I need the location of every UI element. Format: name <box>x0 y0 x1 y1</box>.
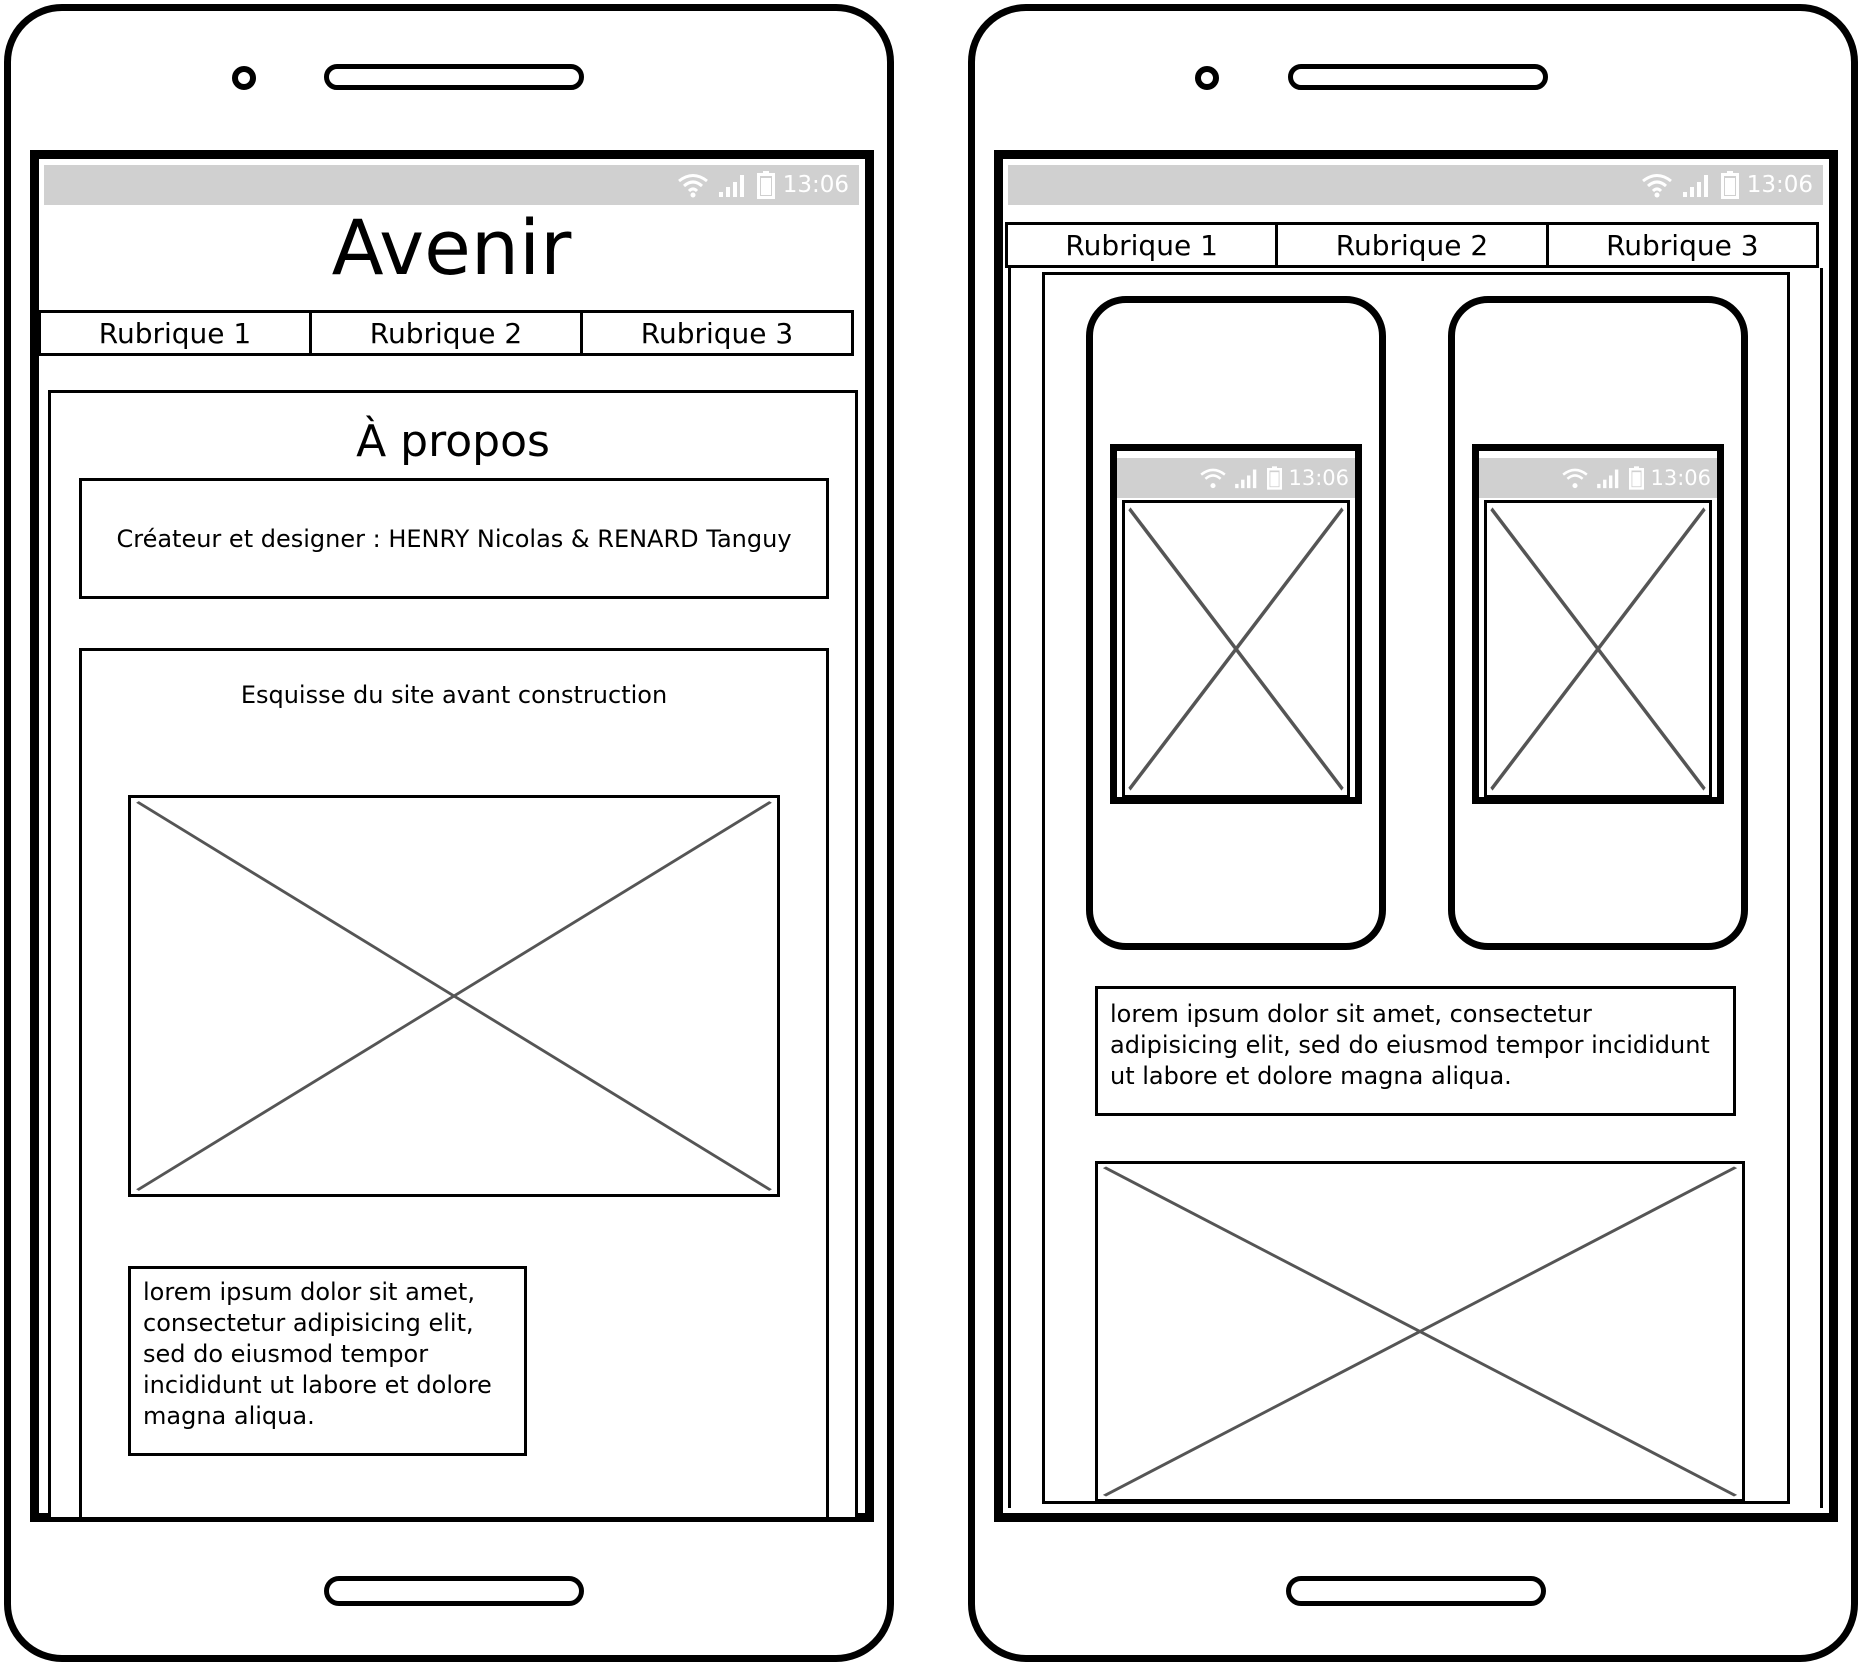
tab-rubrique-2[interactable]: Rubrique 2 <box>312 313 583 353</box>
image-placeholder-cross-icon <box>1128 507 1344 791</box>
tab-rubrique-3[interactable]: Rubrique 3 <box>583 313 851 353</box>
credits-box: Créateur et designer : HENRY Nicolas & R… <box>79 478 829 599</box>
right-phone-home-button[interactable] <box>1286 1576 1546 1606</box>
tab-rubrique-1[interactable]: Rubrique 1 <box>1008 225 1279 265</box>
left-app-title: Avenir <box>331 203 572 292</box>
signal-icon <box>1682 175 1708 197</box>
tab-rubrique-2[interactable]: Rubrique 2 <box>1278 225 1549 265</box>
signal-icon <box>1597 469 1619 489</box>
mini-phone-1-image-placeholder <box>1122 500 1350 798</box>
mini-phone-2-status-icons: 13:06 <box>1561 458 1711 498</box>
right-status-icons: 13:06 <box>1641 165 1813 205</box>
left-phone-camera <box>232 66 256 90</box>
wifi-icon <box>1641 174 1672 198</box>
mini-phone-1-time: 13:06 <box>1288 466 1349 490</box>
tab-rubrique-3[interactable]: Rubrique 3 <box>1549 225 1816 265</box>
wifi-icon <box>1562 468 1589 489</box>
right-tab-bar: Rubrique 1 Rubrique 2 Rubrique 3 <box>1005 222 1819 268</box>
mini-phone-2-status-bar: 13:06 <box>1479 458 1717 498</box>
right-status-bar: 13:06 <box>1008 165 1823 205</box>
image-placeholder-cross-icon <box>136 801 772 1191</box>
left-lorem-box: lorem ipsum dolor sit amet, consectetur … <box>128 1266 527 1456</box>
status-time: 13:06 <box>782 172 849 198</box>
mini-phone-1-status-icons: 13:06 <box>1199 458 1349 498</box>
right-phone-camera <box>1195 66 1219 90</box>
image-placeholder-cross-icon <box>1102 1166 1738 1497</box>
right-lorem-box: lorem ipsum dolor sit amet, consectetur … <box>1095 986 1736 1116</box>
mini-phone-1-status-bar: 13:06 <box>1117 458 1355 498</box>
battery-icon <box>1629 466 1645 490</box>
battery-icon <box>1720 171 1739 199</box>
right-phone-top-speaker <box>1288 64 1548 90</box>
section-title: À propos <box>356 416 550 467</box>
sketch-image-placeholder <box>128 795 780 1197</box>
image-placeholder-cross-icon <box>1490 507 1706 791</box>
left-phone-top-speaker <box>324 64 584 90</box>
credits-text: Créateur et designer : HENRY Nicolas & R… <box>116 524 792 553</box>
battery-icon <box>756 171 775 199</box>
wifi-icon <box>1200 468 1227 489</box>
mini-phone-2-time: 13:06 <box>1650 466 1711 490</box>
tab-rubrique-1[interactable]: Rubrique 1 <box>41 313 312 353</box>
signal-icon <box>718 175 744 197</box>
mini-phone-2-image-placeholder <box>1484 500 1712 798</box>
sketch-caption: Esquisse du site avant construction <box>240 681 668 709</box>
left-phone-home-button[interactable] <box>324 1576 584 1606</box>
signal-icon <box>1235 469 1257 489</box>
battery-icon <box>1267 466 1283 490</box>
left-tab-bar: Rubrique 1 Rubrique 2 Rubrique 3 <box>38 310 854 356</box>
right-image-placeholder <box>1095 1161 1745 1502</box>
wifi-icon <box>677 174 708 198</box>
status-time: 13:06 <box>1746 172 1813 198</box>
